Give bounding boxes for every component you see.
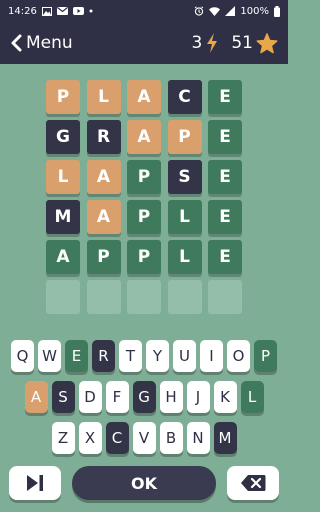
letter-tile: A [86,200,121,234]
empty-tile [167,280,202,314]
lightning-icon [205,32,219,54]
key-c[interactable]: C [105,422,129,454]
ok-button[interactable]: OK [72,466,216,500]
key-z[interactable]: Z [51,422,75,454]
youtube-icon [72,7,84,15]
letter-tile: P [127,240,161,274]
key-o[interactable]: O [227,340,250,372]
signal-icon [225,6,236,16]
letter-tile: A [86,160,121,194]
key-k[interactable]: K [213,381,237,413]
energy-count: 3 [191,33,203,53]
keyboard-row-3: ZXCVBNM [0,422,288,454]
mail-icon [56,7,68,15]
letter-tile: R [86,120,121,154]
chevron-left-icon [10,34,22,52]
skip-button[interactable] [9,466,61,500]
letter-tile: P [167,120,202,154]
key-p[interactable]: P [254,340,277,372]
letter-tile: E [208,200,242,234]
key-f[interactable]: F [105,381,129,413]
status-bar: 14:26 100% [0,0,288,22]
letter-tile: E [208,240,242,274]
key-l[interactable]: L [240,381,264,413]
empty-tile [127,280,161,314]
empty-tile [46,280,80,314]
key-a[interactable]: A [24,381,48,413]
key-w[interactable]: W [38,340,61,372]
empty-tile [208,280,242,314]
key-u[interactable]: U [173,340,196,372]
letter-tile: A [46,240,80,274]
empty-tile [86,280,121,314]
key-s[interactable]: S [51,381,75,413]
keyboard-row-2: ASDFGHJKL [0,381,288,413]
letter-tile: E [208,120,242,154]
key-m[interactable]: M [213,422,237,454]
letter-tile: L [167,240,202,274]
action-bar: OK [0,466,288,502]
key-e[interactable]: E [65,340,88,372]
letter-tile: C [167,80,202,114]
key-t[interactable]: T [119,340,142,372]
letter-tile: A [127,80,161,114]
wifi-icon [209,6,221,16]
letter-tile: P [86,240,121,274]
letter-tile: G [46,120,80,154]
letter-tile: E [208,160,242,194]
key-n[interactable]: N [186,422,210,454]
menu-label: Menu [26,33,73,53]
game-board: PLACEGRAPELAPSEMAPLEAPPLE [46,80,242,314]
delete-button[interactable] [227,466,279,500]
letter-tile: L [167,200,202,234]
keyboard-row-1: QWERTYUIOP [0,340,288,372]
letter-tile: L [46,160,80,194]
backspace-icon [240,474,266,492]
letter-tile: L [86,80,121,114]
letter-tile: A [127,120,161,154]
key-b[interactable]: B [159,422,183,454]
key-j[interactable]: J [186,381,210,413]
letter-tile: P [127,200,161,234]
letter-tile: S [167,160,202,194]
ok-label: OK [131,473,157,493]
key-x[interactable]: X [78,422,102,454]
star-icon [256,32,278,54]
letter-tile: P [46,80,80,114]
menu-button[interactable]: Menu [10,33,73,53]
battery-icon [274,5,280,17]
app-header: Menu 3 51 [0,22,288,64]
key-q[interactable]: Q [11,340,34,372]
letter-tile: P [127,160,161,194]
battery-percent: 100% [240,5,269,17]
star-count: 51 [231,33,253,53]
picture-icon [41,6,52,16]
key-v[interactable]: V [132,422,156,454]
dot-icon [89,9,93,13]
letter-tile: E [208,80,242,114]
key-d[interactable]: D [78,381,102,413]
key-g[interactable]: G [132,381,156,413]
letter-tile: M [46,200,80,234]
key-h[interactable]: H [159,381,183,413]
key-i[interactable]: I [200,340,223,372]
skip-forward-icon [25,474,45,492]
key-r[interactable]: R [92,340,115,372]
alarm-icon [194,6,204,16]
status-time: 14:26 [8,5,37,17]
key-y[interactable]: Y [146,340,169,372]
